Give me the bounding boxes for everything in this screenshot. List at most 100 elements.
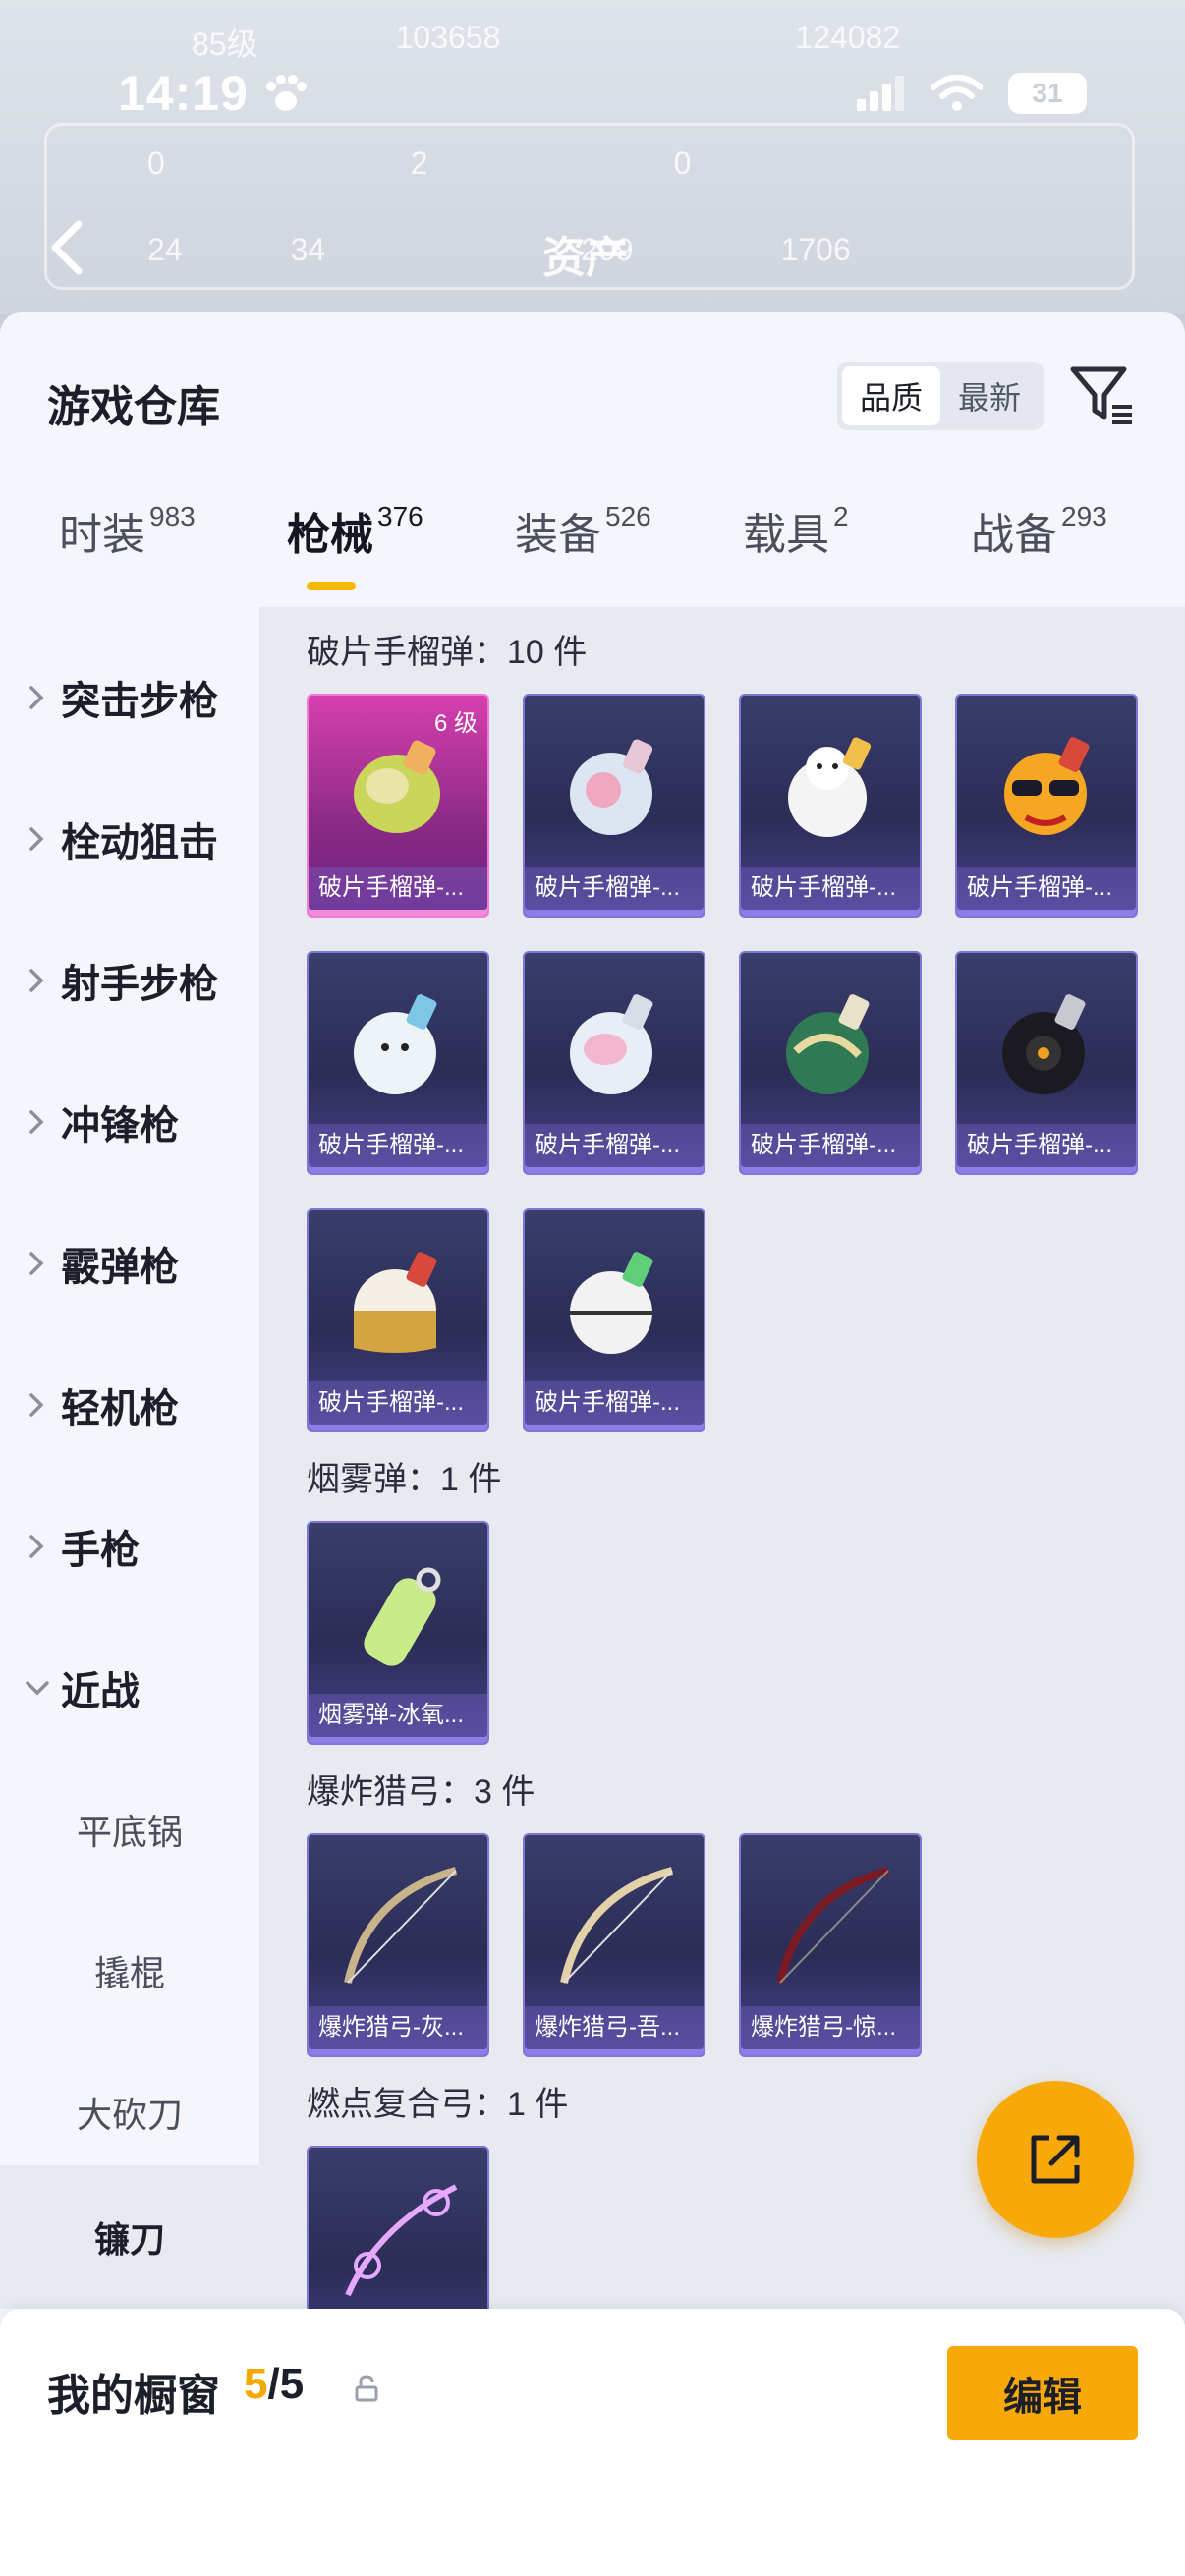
item-card[interactable]: 破片手榴弹-... xyxy=(523,694,705,918)
item-grid: 破片手榴弹：10 件 6 级 破片手榴弹-... 破片手榴弹-... 破片手榴弹… xyxy=(259,607,1185,2328)
tab-outfits[interactable]: 时装 983 xyxy=(59,499,196,562)
back-icon[interactable] xyxy=(47,218,86,277)
edit-button[interactable]: 编辑 xyxy=(947,2346,1138,2440)
tab-firearms[interactable]: 枪械 376 xyxy=(287,499,423,562)
item-card[interactable]: 破片手榴弹-... xyxy=(739,951,922,1175)
bg-stats-row: 24 34 209 1706 xyxy=(147,232,851,268)
item-card[interactable]: 爆炸猎弓-灰... xyxy=(307,1833,489,2057)
section-title: 燃点复合弓：1 件 xyxy=(307,2086,569,2123)
item-level: 6 级 xyxy=(433,710,478,737)
sidebar-item-label: 近战 xyxy=(61,1670,140,1713)
tab-count: 376 xyxy=(377,501,423,532)
sidebar-item-label: 手枪 xyxy=(61,1529,140,1572)
item-card[interactable]: 爆炸猎弓-吾... xyxy=(523,1833,705,2057)
share-icon xyxy=(1031,2135,1080,2184)
showcase-count: 5/5 xyxy=(244,2360,304,2409)
item-card[interactable]: 6 级 破片手榴弹-... xyxy=(307,694,489,918)
tab-label: 装备 xyxy=(515,511,601,559)
sidebar-item-label: 冲锋枪 xyxy=(61,1104,179,1148)
paw-icon xyxy=(266,75,307,111)
sort-option-newest[interactable]: 最新 xyxy=(940,366,1039,425)
sidebar-item-melee[interactable]: 近战 xyxy=(0,1639,259,1737)
panel-title: 游戏仓库 xyxy=(47,383,220,431)
smoke-grenade-icon xyxy=(364,1567,441,1666)
sort-option-quality[interactable]: 品质 xyxy=(842,366,940,425)
bg-stats-row: 0 2 0 xyxy=(147,145,691,182)
bg-stat: 124082 xyxy=(795,20,901,55)
item-label: 破片手榴弹-... xyxy=(741,1124,920,1167)
grenade-icon xyxy=(1004,737,1090,835)
item-card[interactable]: 破片手榴弹-... xyxy=(739,694,922,918)
item-label: 破片手榴弹-... xyxy=(957,1124,1136,1167)
battery-indicator: 31 xyxy=(1008,73,1087,114)
share-button[interactable] xyxy=(977,2081,1134,2238)
sidebar-item-smg[interactable]: 冲锋枪 xyxy=(0,1073,259,1171)
item-label: 烟雾弹-冰氧... xyxy=(309,1694,487,1737)
sidebar-item-lmg[interactable]: 轻机枪 xyxy=(0,1356,259,1454)
tab-count: 293 xyxy=(1061,501,1107,532)
sidebar-subitem-machete[interactable]: 大砍刀 xyxy=(0,2063,259,2161)
bg-stat: 103658 xyxy=(395,20,501,55)
grenade-icon xyxy=(786,994,870,1094)
chevron-right-icon xyxy=(29,1252,44,1275)
tab-count: 526 xyxy=(605,501,651,532)
item-card[interactable]: 破片手榴弹-... xyxy=(307,1208,489,1432)
active-tab-indicator xyxy=(307,582,356,590)
tab-count: 983 xyxy=(149,501,196,532)
tab-equipment[interactable]: 装备 526 xyxy=(515,499,651,562)
item-label: 破片手榴弹-... xyxy=(957,867,1136,910)
item-label: 破片手榴弹-... xyxy=(525,1124,704,1167)
tab-label: 战备 xyxy=(971,511,1057,559)
chevron-right-icon xyxy=(29,686,44,709)
tab-combat-gear[interactable]: 战备 293 xyxy=(971,499,1107,562)
sidebar-item-label: 轻机枪 xyxy=(61,1387,179,1430)
chevron-right-icon xyxy=(29,1110,44,1134)
sidebar-subitem-sickle[interactable]: 镰刀 xyxy=(0,2165,259,2309)
item-card[interactable]: 破片手榴弹-... xyxy=(955,694,1138,918)
sidebar-subitem-crowbar[interactable]: 撬棍 xyxy=(0,1922,259,2020)
grenade-icon xyxy=(788,737,872,837)
game-warehouse-panel: 游戏仓库 品质 最新 时装 983 枪械 376 装备 526 载具 2 战备 293 突 xyxy=(0,312,1185,2576)
sidebar-item-bolt-sniper[interactable]: 栓动狙击 xyxy=(0,790,259,888)
filter-icon[interactable] xyxy=(1067,360,1138,430)
item-card[interactable]: 破片手榴弹-... xyxy=(955,951,1138,1175)
chevron-right-icon xyxy=(29,827,44,851)
bg-stats-row: 85级 103658 124082 xyxy=(192,20,900,65)
sidebar-subitem-frying-pan[interactable]: 平底锅 xyxy=(0,1780,259,1878)
showcase-total: /5 xyxy=(267,2360,305,2408)
item-card[interactable]: 破片手榴弹-... xyxy=(523,951,705,1175)
item-card[interactable]: 破片手榴弹-... xyxy=(307,951,489,1175)
item-card[interactable]: 爆炸猎弓-惊... xyxy=(739,1833,922,2057)
chevron-right-icon xyxy=(29,1535,44,1558)
sidebar-item-shotgun[interactable]: 霰弹枪 xyxy=(0,1214,259,1313)
item-card[interactable]: 烟雾弹-冰氧... xyxy=(307,1521,489,1745)
bow-icon xyxy=(344,1867,458,1984)
sidebar-item-marksman-rifle[interactable]: 射手步枪 xyxy=(0,931,259,1030)
category-tabs: 时装 983 枪械 376 装备 526 载具 2 战备 293 xyxy=(0,499,1185,597)
weapon-category-sidebar: 突击步枪 栓动狙击 射手步枪 冲锋枪 霰弹枪 轻机枪 手枪 近战 平底锅 撬棍 … xyxy=(0,607,259,2328)
sidebar-item-label: 栓动狙击 xyxy=(61,821,218,865)
item-card[interactable]: 破片手榴弹-... xyxy=(523,1208,705,1432)
bg-stat: 24 xyxy=(147,232,183,267)
sidebar-item-pistol[interactable]: 手枪 xyxy=(0,1497,259,1596)
item-label: 爆炸猎弓-吾... xyxy=(525,2006,704,2049)
sidebar-item-assault-rifle[interactable]: 突击步枪 xyxy=(0,648,259,747)
status-time: 14:19 xyxy=(118,66,249,121)
bg-stat: 0 xyxy=(673,145,692,181)
item-label: 破片手榴弹-... xyxy=(525,1381,704,1425)
bow-icon xyxy=(560,1867,674,1984)
status-icons: 31 xyxy=(857,73,1087,114)
sidebar-item-label: 霰弹枪 xyxy=(61,1246,179,1289)
item-label: 爆炸猎弓-灰... xyxy=(309,2006,487,2049)
tab-vehicles[interactable]: 载具 2 xyxy=(743,499,849,562)
bg-page-title: 资产 xyxy=(542,234,629,282)
item-card[interactable] xyxy=(307,2146,489,2328)
compound-bow-icon xyxy=(345,2184,458,2297)
chevron-right-icon xyxy=(29,969,44,992)
bg-stat: 85级 xyxy=(192,27,258,62)
item-label: 破片手榴弹-... xyxy=(309,867,487,910)
item-label: 爆炸猎弓-惊... xyxy=(741,2006,920,2049)
chevron-down-icon xyxy=(26,1681,49,1696)
lock-icon xyxy=(355,2375,378,2402)
signal-icon xyxy=(857,76,904,111)
